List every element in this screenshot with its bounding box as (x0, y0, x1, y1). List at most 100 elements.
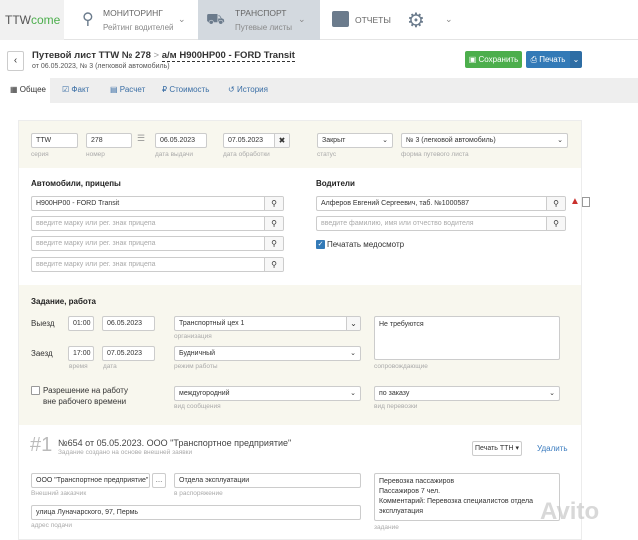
nav-monitoring[interactable]: ⚲ МОНИТОРИНГ Рейтинг водителей ⌄ (68, 0, 198, 40)
dispose-input[interactable]: Отдела эксплуатации (174, 473, 361, 488)
transport-type-label: вид перевозки (374, 403, 418, 410)
save-button[interactable]: ▣ Сохранить (465, 51, 522, 68)
vehicle-link[interactable]: а/м Н900НР00 - FORD Transit (161, 50, 295, 62)
vehicle-input[interactable]: Н900НР00 - FORD Transit ⚲ (31, 196, 284, 211)
map-pin-icon: ⚲ (82, 11, 94, 28)
form-value: № 3 (легковой автомобиль) (406, 137, 496, 144)
number-input[interactable]: 278 (86, 133, 132, 148)
print-dropdown-toggle[interactable]: ⌄ (570, 51, 582, 68)
clear-icon[interactable]: ✖ (274, 134, 289, 147)
chevron-down-icon: ⌄ (350, 350, 356, 357)
nav-transport-sub: Путевые листы (235, 23, 292, 32)
chevron-down-icon: ⌄ (382, 137, 388, 144)
permit-checkbox[interactable] (31, 386, 40, 395)
transport-type-select[interactable]: по заказу ⌄ (374, 386, 560, 401)
nav-transport[interactable]: ⛟ ТРАНСПОРТ Путевые листы ⌄ (198, 0, 320, 40)
delete-link[interactable]: Удалить (537, 444, 568, 453)
search-icon[interactable]: ⚲ (264, 258, 283, 271)
status-select[interactable]: Закрыт ⌄ (317, 133, 393, 148)
nav-reports[interactable]: ОТЧЕТЫ (330, 0, 402, 40)
print-label: Печать (539, 55, 566, 64)
warning-icon[interactable]: ▲ (570, 196, 580, 207)
trailer-input[interactable]: введите марку или рег. знак прицепа ⚲ (31, 216, 284, 231)
tab-cost[interactable]: ₽ Стоимость (152, 78, 222, 103)
breadcrumb-separator: > (153, 50, 160, 61)
waybill-title: Путевой лист TTW № 278 (32, 50, 151, 61)
logo[interactable]: TTWcome (0, 0, 64, 40)
tab-label: Общее (19, 85, 46, 94)
chevron-down-icon: ⌄ (298, 14, 306, 24)
dispose-label: в распоряжение (174, 490, 223, 497)
trailer-input[interactable]: введите марку или рег. знак прицепа ⚲ (31, 236, 284, 251)
task-line: Перевозка пассажиров (379, 478, 455, 485)
order-subtitle: Задание создано на основе внешней заявки (58, 449, 193, 456)
escort-textarea[interactable]: Не требуются (374, 316, 560, 360)
return-time-input[interactable]: 17:00 (68, 346, 94, 361)
print-ttn-button[interactable]: Печать ТТН ▾ (472, 441, 522, 456)
search-icon[interactable]: ⚲ (264, 237, 283, 250)
search-icon[interactable]: ⚲ (264, 197, 283, 210)
print-button[interactable]: ⎙ Печать (526, 51, 570, 68)
search-icon[interactable]: ⚲ (264, 217, 283, 230)
tab-history[interactable]: ↺ История (218, 78, 288, 103)
more-button[interactable]: … (152, 473, 166, 488)
check-square-icon: ☑ (62, 85, 72, 94)
organization-value: Транспортный цех 1 (179, 320, 245, 327)
page-title: Путевой лист TTW № 278 > а/м Н900НР00 - … (32, 50, 295, 62)
trailer-placeholder: введите марку или рег. знак прицепа (36, 240, 156, 247)
avito-watermark: Avito (540, 498, 600, 525)
print-ttn-label: Печать ТТН (475, 445, 514, 452)
table-icon: ▤ (110, 85, 120, 94)
search-icon[interactable]: ⚲ (546, 217, 565, 230)
gear-icon[interactable]: ⚙ (407, 8, 425, 33)
number-label: номер (86, 151, 105, 158)
tab-fact[interactable]: ☑ Факт (52, 78, 102, 103)
address-input[interactable]: улица Луначарского, 97, Пермь (31, 505, 361, 520)
search-icon[interactable]: ⚲ (546, 197, 565, 210)
driver-input[interactable]: введите фамилию, имя или отчество водите… (316, 216, 566, 231)
work-mode-select[interactable]: Будничный ⌄ (174, 346, 361, 361)
transport-type-value: по заказу (379, 390, 410, 397)
driver-input[interactable]: Алферов Евгений Сергеевич, таб. №1000587… (316, 196, 566, 211)
form-label: форма путевого листа (401, 151, 469, 158)
nav-monitoring-sub: Рейтинг водителей (103, 23, 174, 32)
permit-label-line2: вне рабочего времени (43, 397, 127, 406)
tab-calc[interactable]: ▤ Расчет (100, 78, 155, 103)
drivers-heading: Водители (316, 179, 355, 188)
series-input[interactable]: TTW (31, 133, 78, 148)
status-value: Закрыт (322, 137, 346, 144)
tab-label: Стоимость (169, 85, 210, 94)
issue-date-input[interactable]: 06.05.2023 (155, 133, 207, 148)
trailer-input[interactable]: введите марку или рег. знак прицепа ⚲ (31, 257, 284, 272)
medcheck-checkbox[interactable]: ✓ (316, 240, 325, 249)
address-label: адрес подачи (31, 522, 72, 529)
chevron-down-icon[interactable]: ⌄ (445, 14, 453, 25)
processing-date-input[interactable]: 07.05.2023 ✖ (223, 133, 290, 148)
list-icon[interactable]: ☰ (137, 133, 145, 144)
status-label: статус (317, 151, 337, 158)
clipboard-icon[interactable] (582, 197, 590, 207)
task-textarea[interactable]: Перевозка пассажиров Пассажиров 7 чел. К… (374, 473, 560, 521)
departure-time-input[interactable]: 01:00 (68, 316, 94, 331)
car-icon: ⛟ (206, 11, 225, 28)
chevron-down-icon: ⌄ (346, 317, 360, 330)
departure-date-input[interactable]: 06.05.2023 (102, 316, 155, 331)
chevron-down-icon: ⌄ (549, 390, 555, 397)
save-label: Сохранить (478, 55, 519, 64)
escort-label: сопровождающие (374, 363, 428, 370)
printer-icon: ⎙ (530, 55, 540, 64)
back-button[interactable]: ‹ (7, 51, 24, 71)
form-select[interactable]: № 3 (легковой автомобиль) ⌄ (401, 133, 568, 148)
logo-text-accent: come (31, 13, 61, 27)
customer-input[interactable]: ООО "Транспортное предприятие" (31, 473, 150, 488)
nav-reports-label: ОТЧЕТЫ (355, 15, 391, 25)
communication-select[interactable]: междугородний ⌄ (174, 386, 361, 401)
trailer-placeholder: введите марку или рег. знак прицепа (36, 220, 156, 227)
return-date-input[interactable]: 07.05.2023 (102, 346, 155, 361)
organization-select[interactable]: Транспортный цех 1 ⌄ (174, 316, 361, 331)
tab-general[interactable]: ▦ Общее (0, 78, 50, 103)
chevron-down-icon: ⌄ (350, 390, 356, 397)
chevron-down-icon: ⌄ (178, 14, 186, 24)
vehicle-value: Н900НР00 - FORD Transit (36, 200, 120, 207)
work-mode-value: Будничный (179, 350, 216, 357)
